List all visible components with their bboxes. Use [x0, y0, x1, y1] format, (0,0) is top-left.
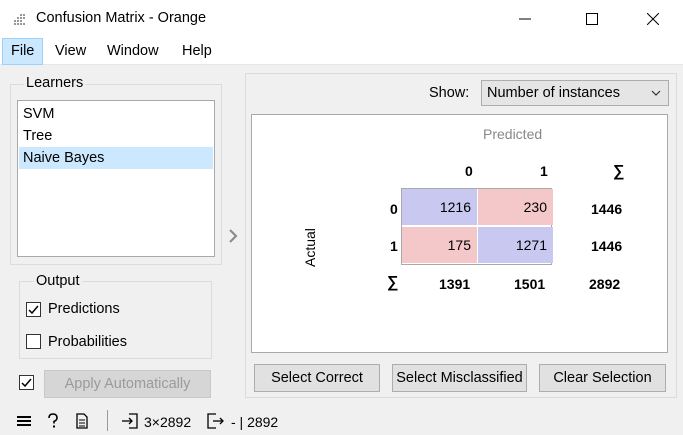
minimize-button[interactable]: [502, 0, 548, 38]
input-summary: 3×2892: [144, 414, 192, 430]
report-icon[interactable]: [74, 413, 90, 429]
menu-icon[interactable]: [16, 413, 32, 429]
grand-total: 2892: [589, 276, 621, 292]
row-header-sum: ∑: [387, 274, 399, 291]
clear-selection-button[interactable]: Clear Selection: [539, 364, 666, 392]
row-header-0: 0: [390, 201, 398, 217]
close-icon: [647, 13, 659, 25]
checkmark-icon: [21, 378, 32, 388]
show-select-value: Number of instances: [487, 85, 620, 101]
maximize-icon: [586, 13, 598, 25]
minimize-icon: [519, 18, 531, 20]
learner-item-tree[interactable]: Tree: [19, 125, 213, 147]
window-title: Confusion Matrix - Orange: [36, 10, 207, 26]
learners-title: Learners: [24, 75, 86, 91]
orange-app-icon: [14, 14, 25, 25]
row-total-1: 1446: [591, 238, 623, 254]
confusion-matrix: Predicted 0 1 ∑ Actual 0 1 ∑ 1216 230 17…: [251, 114, 668, 353]
col-total-0: 1391: [439, 276, 471, 292]
output-title: Output: [34, 273, 82, 289]
close-button[interactable]: [630, 0, 676, 38]
matrix-cell[interactable]: 1271: [478, 227, 553, 263]
learners-list[interactable]: SVM Tree Naive Bayes: [17, 100, 215, 257]
matrix-cell[interactable]: 230: [478, 189, 553, 225]
apply-auto-checkbox[interactable]: [19, 375, 34, 390]
help-icon[interactable]: [45, 413, 61, 429]
menu-view[interactable]: View: [47, 38, 94, 65]
output-summary: - | 2892: [231, 414, 279, 430]
maximize-button[interactable]: [569, 0, 615, 38]
chevron-down-icon: [651, 90, 661, 96]
predicted-label: Predicted: [483, 126, 543, 142]
status-bar: 3×2892 - | 2892: [0, 407, 683, 435]
col-total-1: 1501: [514, 276, 546, 292]
predictions-label: Predictions: [48, 301, 120, 317]
matrix-cell[interactable]: 1216: [402, 189, 477, 225]
menu-help[interactable]: Help: [174, 38, 220, 65]
learner-item-svm[interactable]: SVM: [19, 103, 213, 125]
probabilities-checkbox[interactable]: [26, 334, 41, 349]
show-label: Show:: [429, 85, 470, 101]
probabilities-label: Probabilities: [48, 334, 127, 350]
actual-label: Actual: [302, 228, 318, 267]
learner-item-naive-bayes[interactable]: Naive Bayes: [19, 147, 213, 169]
collapse-arrow-icon[interactable]: [226, 228, 240, 244]
row-header-1: 1: [390, 238, 398, 254]
menu-file[interactable]: File: [2, 38, 44, 65]
col-header-1: 1: [540, 163, 548, 179]
menu-bar: File View Window Help: [0, 38, 683, 65]
show-select[interactable]: Number of instances: [481, 80, 669, 106]
col-header-0: 0: [465, 163, 473, 179]
output-icon: [207, 413, 224, 429]
title-bar: Confusion Matrix - Orange: [0, 0, 683, 38]
status-divider: [107, 410, 108, 431]
input-icon: [122, 413, 138, 429]
row-total-0: 1446: [591, 201, 623, 217]
checkmark-icon: [28, 305, 39, 315]
col-header-sum: ∑: [613, 163, 625, 180]
select-misclassified-button[interactable]: Select Misclassified: [392, 364, 527, 392]
predictions-checkbox[interactable]: [26, 302, 41, 317]
select-correct-button[interactable]: Select Correct: [254, 364, 380, 392]
menu-window[interactable]: Window: [99, 38, 167, 65]
apply-button[interactable]: Apply Automatically: [44, 370, 211, 398]
matrix-cell[interactable]: 175: [402, 227, 477, 263]
